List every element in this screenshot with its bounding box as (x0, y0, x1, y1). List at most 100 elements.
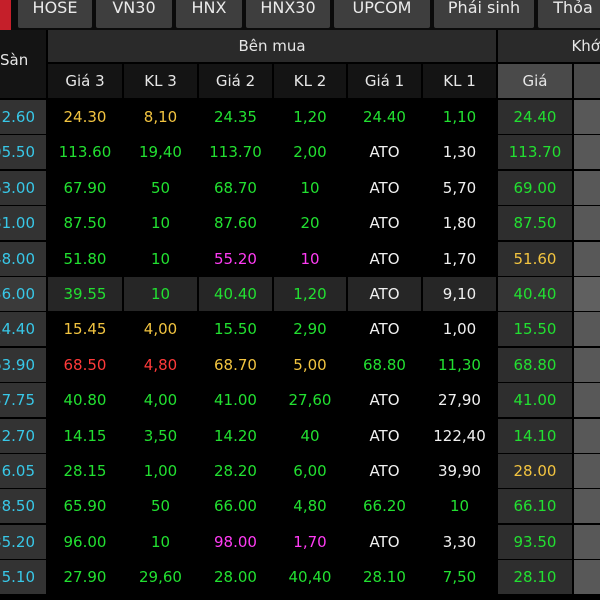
bid-kl1-cell[interactable]: 3,30 (423, 525, 496, 559)
bid-kl3-cell[interactable]: 10 (124, 206, 197, 240)
bid-kl1-cell[interactable]: 1,10 (423, 100, 496, 134)
bid-gia3-cell[interactable]: 113.60 (48, 135, 122, 169)
bid-kl3-cell[interactable]: 19,40 (124, 135, 197, 169)
bid-gia3-cell[interactable]: 96.00 (48, 525, 122, 559)
bid-gia2-cell[interactable]: 15.50 (199, 312, 272, 346)
tab-vn30[interactable]: VN30 (96, 0, 172, 28)
bid-gia1-cell[interactable]: ATO (348, 242, 421, 276)
bid-gia3-cell[interactable]: 28.15 (48, 454, 122, 488)
tab-phai-sinh[interactable]: Phái sinh (434, 0, 534, 28)
table-row[interactable]: 05.50113.6019,40113.702,00ATO1,30113.70 (0, 135, 600, 169)
bid-gia2-cell[interactable]: 68.70 (199, 171, 272, 205)
match-price-cell[interactable]: 69.00 (498, 171, 572, 205)
bid-gia2-cell[interactable]: 14.20 (199, 419, 272, 453)
match-price-cell[interactable]: 113.70 (498, 135, 572, 169)
bid-kl2-cell[interactable]: 6,00 (274, 454, 346, 488)
table-row[interactable]: 12.7014.153,5014.2040ATO122,4014.10 (0, 419, 600, 453)
bid-gia2-cell[interactable]: 28.00 (199, 560, 272, 594)
bid-gia3-cell[interactable]: 15.45 (48, 312, 122, 346)
bid-gia3-cell[interactable]: 65.90 (48, 489, 122, 523)
bid-kl2-cell[interactable]: 4,80 (274, 489, 346, 523)
bid-kl1-cell[interactable]: 11,30 (423, 348, 496, 382)
tab-hose[interactable]: HOSE (18, 0, 92, 28)
bid-kl3-cell[interactable]: 10 (124, 242, 197, 276)
bid-kl3-cell[interactable]: 50 (124, 489, 197, 523)
bid-kl3-cell[interactable]: 29,60 (124, 560, 197, 594)
table-row[interactable]: 85.2096.001098.001,70ATO3,3093.50 (0, 525, 600, 559)
bid-kl1-cell[interactable]: 5,70 (423, 171, 496, 205)
table-row[interactable]: 26.0528.151,0028.206,00ATO39,9028.00 (0, 454, 600, 488)
table-row[interactable]: 58.5065.905066.004,8066.201066.10 (0, 489, 600, 523)
bid-gia2-cell[interactable]: 40.40 (199, 277, 272, 311)
bid-gia2-cell[interactable]: 24.35 (199, 100, 272, 134)
bid-gia3-cell[interactable]: 14.15 (48, 419, 122, 453)
match-price-cell[interactable]: 93.50 (498, 525, 572, 559)
bid-kl1-cell[interactable]: 1,70 (423, 242, 496, 276)
match-price-cell[interactable]: 15.50 (498, 312, 572, 346)
bid-kl3-cell[interactable]: 10 (124, 525, 197, 559)
col-header-gia1[interactable]: Giá 1 (348, 64, 421, 98)
bid-gia1-cell[interactable]: ATO (348, 312, 421, 346)
tab-hnx[interactable]: HNX (176, 0, 242, 28)
match-price-cell[interactable]: 68.80 (498, 348, 572, 382)
col-header-kl2[interactable]: KL 2 (274, 64, 346, 98)
bid-kl1-cell[interactable]: 122,40 (423, 419, 496, 453)
bid-kl1-cell[interactable]: 7,50 (423, 560, 496, 594)
bid-kl3-cell[interactable]: 8,10 (124, 100, 197, 134)
bid-kl3-cell[interactable]: 50 (124, 171, 197, 205)
tab-upcom[interactable]: UPCOM (334, 0, 430, 28)
bid-kl2-cell[interactable]: 10 (274, 242, 346, 276)
bid-kl3-cell[interactable]: 10 (124, 277, 197, 311)
bid-kl1-cell[interactable]: 1,30 (423, 135, 496, 169)
bid-gia1-cell[interactable]: 68.80 (348, 348, 421, 382)
bid-kl1-cell[interactable]: 1,80 (423, 206, 496, 240)
match-price-cell[interactable]: 41.00 (498, 383, 572, 417)
table-row[interactable]: 25.1027.9029,6028.0040,4028.107,5028.10 (0, 560, 600, 594)
active-tab-edge[interactable] (0, 0, 11, 30)
bid-kl2-cell[interactable]: 40 (274, 419, 346, 453)
bid-gia2-cell[interactable]: 68.70 (199, 348, 272, 382)
bid-gia1-cell[interactable]: ATO (348, 383, 421, 417)
bid-kl1-cell[interactable]: 27,90 (423, 383, 496, 417)
table-row[interactable]: 36.0039.551040.401,20ATO9,1040.40 (0, 277, 600, 311)
match-price-cell[interactable]: 87.50 (498, 206, 572, 240)
bid-gia1-cell[interactable]: ATO (348, 171, 421, 205)
table-row[interactable]: 37.7540.804,0041.0027,60ATO27,9041.00 (0, 383, 600, 417)
bid-gia3-cell[interactable]: 40.80 (48, 383, 122, 417)
bid-gia1-cell[interactable]: ATO (348, 525, 421, 559)
bid-kl2-cell[interactable]: 10 (274, 171, 346, 205)
bid-kl3-cell[interactable]: 4,80 (124, 348, 197, 382)
bid-gia1-cell[interactable]: 24.40 (348, 100, 421, 134)
bid-kl3-cell[interactable]: 4,00 (124, 312, 197, 346)
bid-gia1-cell[interactable]: ATO (348, 277, 421, 311)
bid-kl2-cell[interactable]: 1,70 (274, 525, 346, 559)
table-row[interactable]: 81.0087.501087.6020ATO1,8087.50 (0, 206, 600, 240)
bid-kl3-cell[interactable]: 1,00 (124, 454, 197, 488)
bid-kl1-cell[interactable]: 10 (423, 489, 496, 523)
bid-gia1-cell[interactable]: ATO (348, 419, 421, 453)
bid-kl1-cell[interactable]: 1,00 (423, 312, 496, 346)
table-row[interactable]: 48.0051.801055.2010ATO1,7051.60 (0, 242, 600, 276)
bid-gia3-cell[interactable]: 27.90 (48, 560, 122, 594)
table-row[interactable]: 63.9068.504,8068.705,0068.8011,3068.80 (0, 348, 600, 382)
bid-gia1-cell[interactable]: ATO (348, 454, 421, 488)
bid-gia2-cell[interactable]: 55.20 (199, 242, 272, 276)
bid-gia1-cell[interactable]: ATO (348, 135, 421, 169)
table-row[interactable]: 63.0067.905068.7010ATO5,7069.00 (0, 171, 600, 205)
bid-kl2-cell[interactable]: 27,60 (274, 383, 346, 417)
bid-gia2-cell[interactable]: 41.00 (199, 383, 272, 417)
bid-kl2-cell[interactable]: 1,20 (274, 277, 346, 311)
match-price-cell[interactable]: 40.40 (498, 277, 572, 311)
bid-gia2-cell[interactable]: 66.00 (199, 489, 272, 523)
bid-gia3-cell[interactable]: 67.90 (48, 171, 122, 205)
bid-gia3-cell[interactable]: 68.50 (48, 348, 122, 382)
bid-gia2-cell[interactable]: 28.20 (199, 454, 272, 488)
col-header-gia3[interactable]: Giá 3 (48, 64, 122, 98)
match-price-cell[interactable]: 14.10 (498, 419, 572, 453)
bid-kl2-cell[interactable]: 2,90 (274, 312, 346, 346)
tab-hnx30[interactable]: HNX30 (246, 0, 330, 28)
bid-kl2-cell[interactable]: 5,00 (274, 348, 346, 382)
bid-gia2-cell[interactable]: 98.00 (199, 525, 272, 559)
col-header-kl3[interactable]: KL 3 (124, 64, 197, 98)
bid-gia3-cell[interactable]: 24.30 (48, 100, 122, 134)
